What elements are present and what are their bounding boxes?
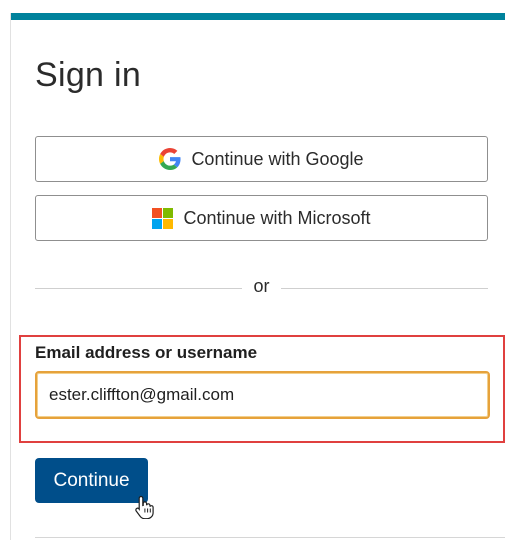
email-field-label: Email address or username (35, 343, 258, 362)
bottom-divider (35, 537, 505, 538)
page-title: Sign in (35, 56, 142, 94)
google-button-label: Continue with Google (191, 148, 364, 169)
hand-pointer-cursor-icon (135, 495, 155, 524)
divider-line-left (35, 288, 242, 289)
divider-line-right (281, 288, 488, 289)
microsoft-button-label: Continue with Microsoft (183, 207, 371, 228)
top-accent-bar (11, 13, 505, 20)
continue-button[interactable]: Continue (35, 458, 148, 503)
microsoft-icon (152, 207, 174, 229)
google-icon (159, 148, 181, 170)
divider-or-text: or (253, 276, 270, 296)
continue-with-google-button[interactable]: Continue with Google (35, 136, 488, 182)
continue-with-microsoft-button[interactable]: Continue with Microsoft (35, 195, 488, 241)
sign-in-card: Sign in Continue with Google Continue wi… (10, 13, 505, 540)
email-input[interactable] (35, 371, 490, 419)
